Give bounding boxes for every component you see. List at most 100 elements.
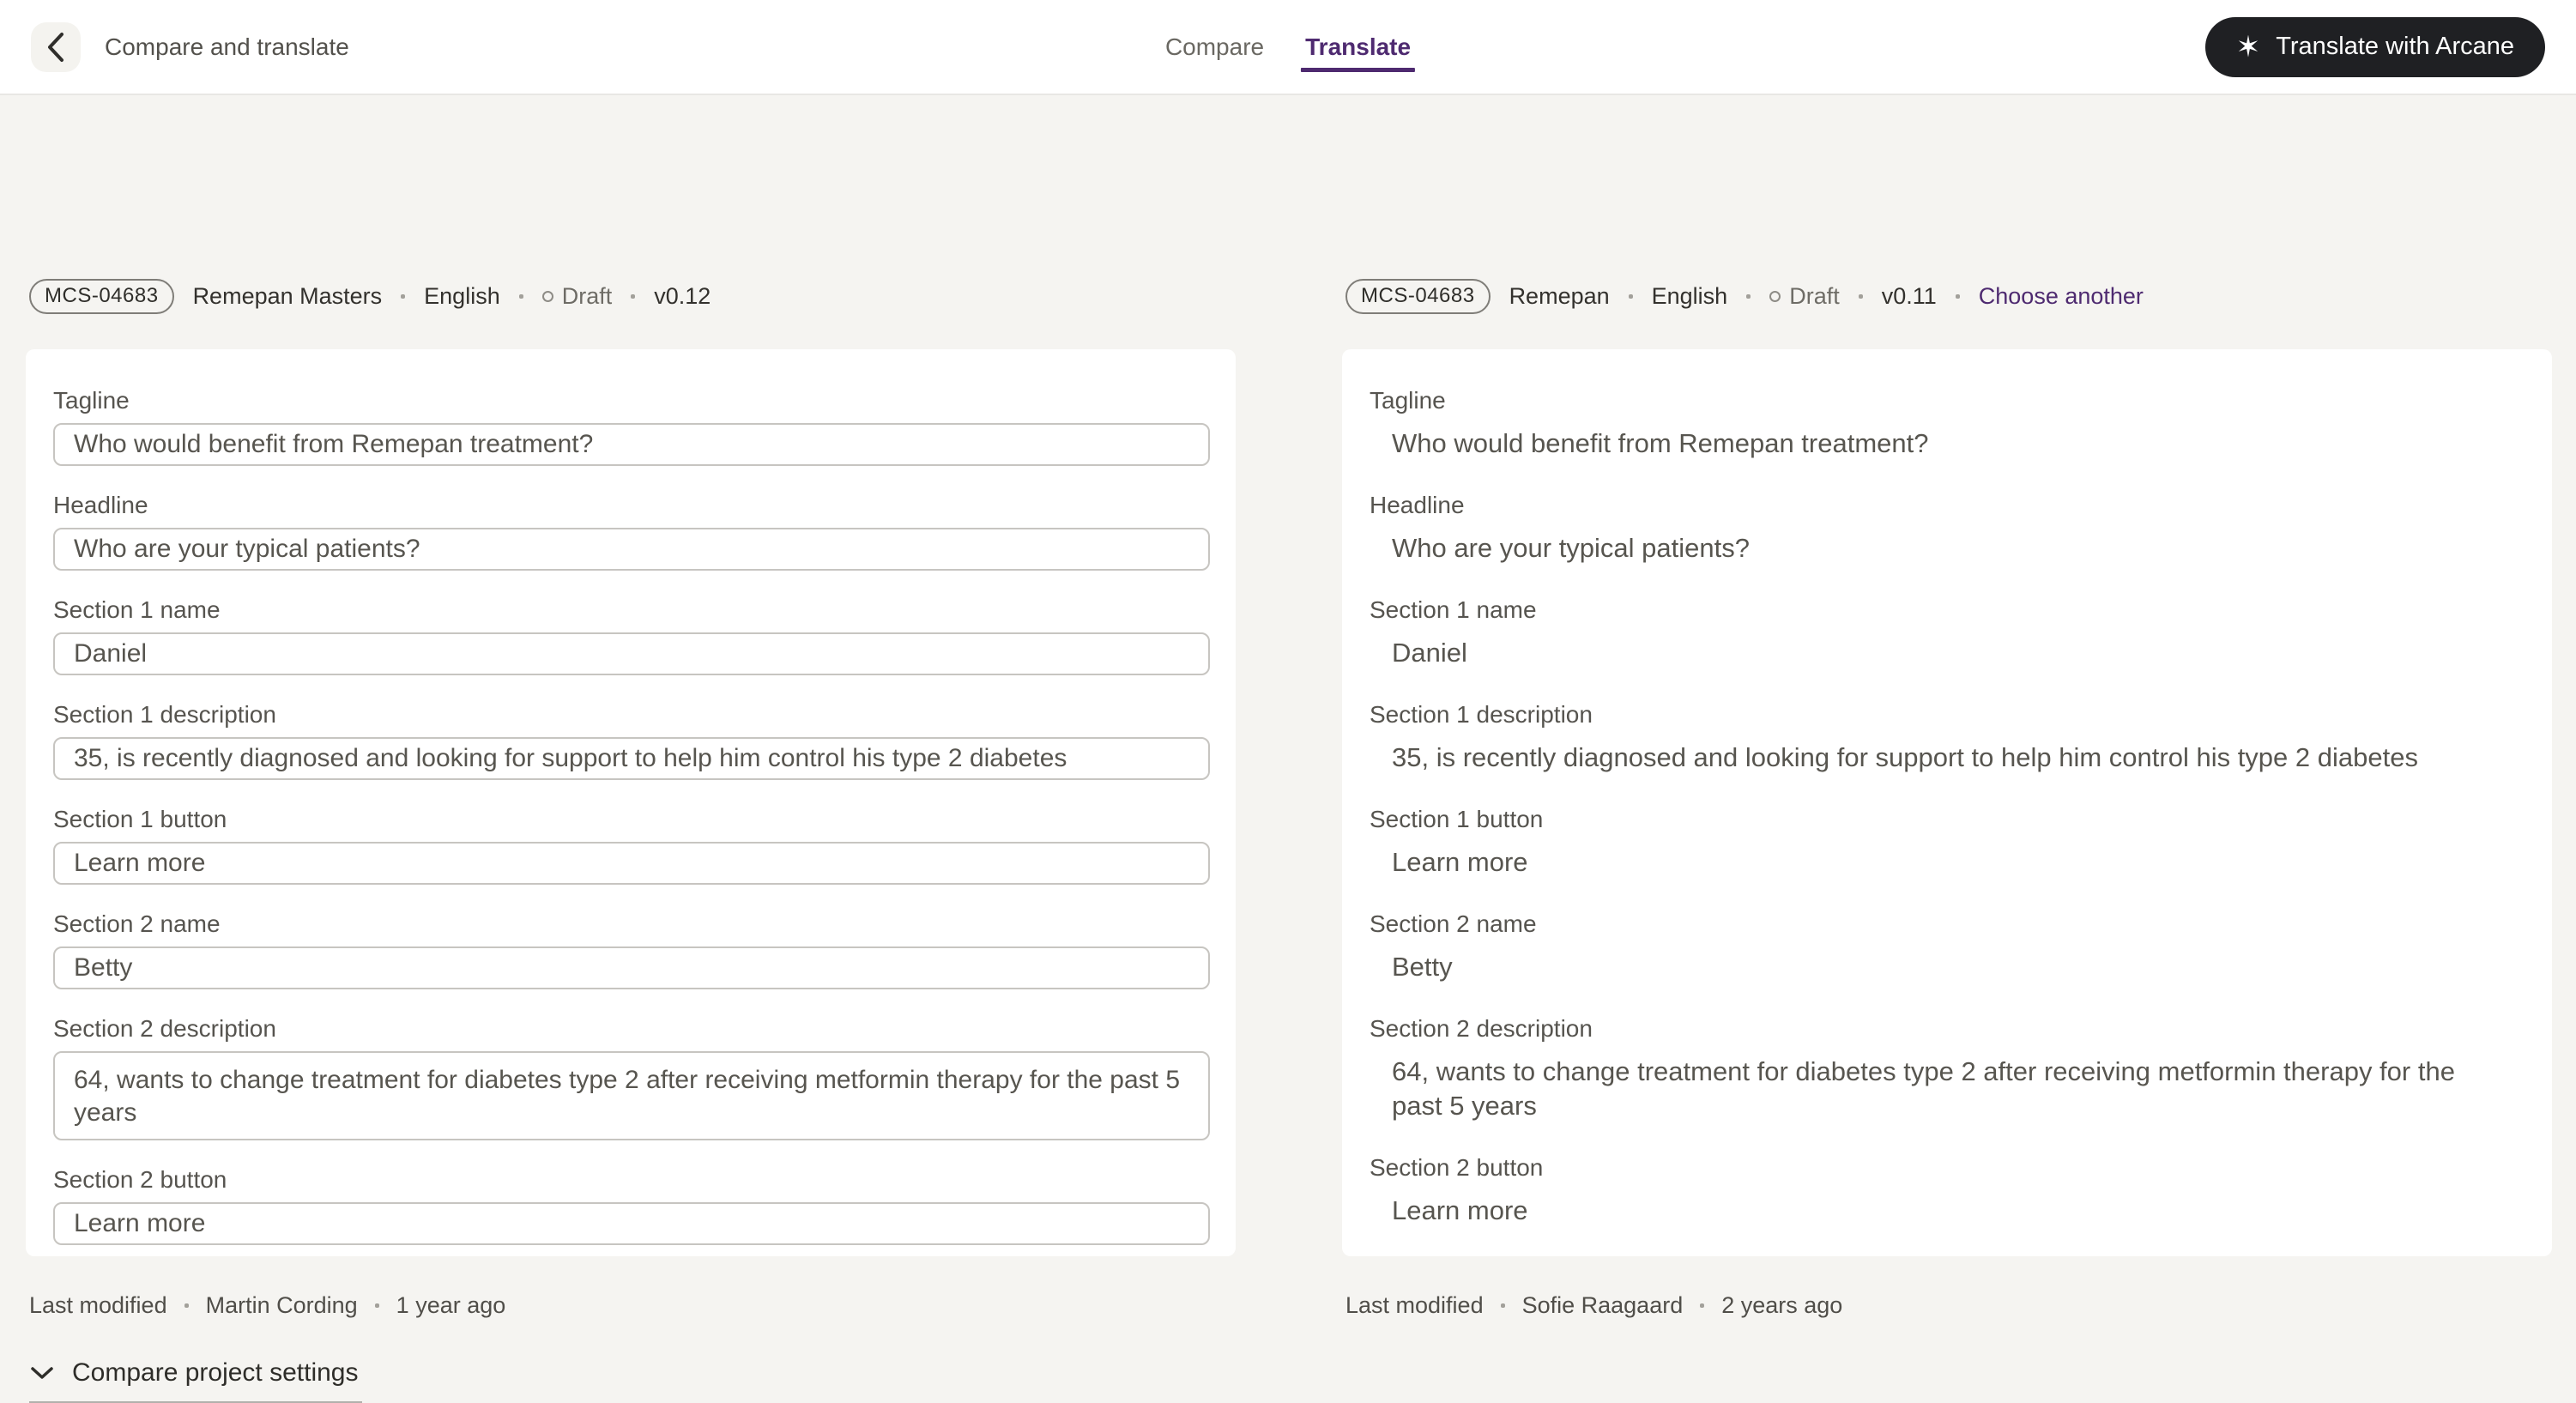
dot-separator: [1956, 294, 1960, 299]
target-fields: TaglineWho would benefit from Remepan tr…: [1370, 387, 2526, 1228]
dot-separator: [375, 1303, 379, 1308]
field-input-section-2-name[interactable]: [53, 946, 1210, 989]
source-project-name: Remepan Masters: [193, 283, 383, 310]
dot-separator: [184, 1303, 189, 1308]
source-language: English: [424, 283, 500, 310]
field-input-section-1-name[interactable]: [53, 632, 1210, 675]
field-label: Section 1 button: [53, 806, 1210, 833]
target-card: TaglineWho would benefit from Remepan tr…: [1342, 349, 2552, 1256]
target-language: English: [1652, 283, 1728, 310]
field-label: Section 2 name: [1370, 910, 2526, 938]
field-label: Section 1 name: [1370, 596, 2526, 624]
last-modified-label: Last modified: [29, 1292, 167, 1319]
target-project-name: Remepan: [1509, 283, 1610, 310]
translate-with-arcane-button[interactable]: ✶ Translate with Arcane: [2205, 17, 2545, 77]
field-label: Headline: [53, 492, 1210, 519]
target-status: Draft: [1769, 283, 1840, 310]
tab-compare[interactable]: Compare: [1164, 0, 1266, 94]
target-version: v0.11: [1882, 283, 1937, 310]
choose-another-link[interactable]: Choose another: [1979, 283, 2144, 310]
source-project-code-badge: MCS-04683: [29, 279, 174, 314]
field-section-1-description: Section 1 description 35, is recently dia…: [1370, 701, 2526, 775]
dot-separator: [1501, 1303, 1505, 1308]
field-label: Section 2 button: [53, 1166, 1210, 1194]
field-section-2-button: Section 2 button: [53, 1166, 1210, 1245]
field-label: Headline: [1370, 492, 2526, 519]
top-bar: Compare and translate Compare Translate …: [0, 0, 2576, 95]
last-modified-label: Last modified: [1345, 1292, 1484, 1319]
target-meta-row: MCS-04683 Remepan English Draft v0.11 Ch…: [1345, 279, 2552, 314]
field-section-1-description: Section 1 description: [53, 701, 1210, 780]
compare-project-settings-toggle[interactable]: Compare project settings: [29, 1358, 362, 1403]
target-column: MCS-04683 Remepan English Draft v0.11 Ch…: [1342, 279, 2552, 1403]
field-input-headline[interactable]: [53, 528, 1210, 571]
field-headline: Headline: [53, 492, 1210, 571]
draft-status-icon: [1769, 291, 1781, 302]
target-status-label: Draft: [1789, 283, 1840, 310]
sparkle-icon: ✶: [2236, 33, 2261, 62]
last-modified-user: Sofie Raagaard: [1522, 1292, 1684, 1319]
field-label: Section 2 description: [1370, 1015, 2526, 1043]
cta-label: Translate with Arcane: [2276, 33, 2514, 61]
target-last-modified: Last modified Sofie Raagaard 2 years ago: [1345, 1292, 2552, 1319]
dot-separator: [1746, 294, 1751, 299]
field-input-section-1-description[interactable]: [53, 737, 1210, 780]
field-value: Betty: [1370, 950, 2511, 984]
field-value: 64, wants to change treatment for diabet…: [1370, 1055, 2511, 1123]
source-column: MCS-04683 Remepan Masters English Draft …: [26, 279, 1236, 1403]
field-label: Section 2 button: [1370, 1154, 2526, 1182]
field-section-2-description: Section 2 description 64, wants to change…: [1370, 1015, 2526, 1123]
dot-separator: [631, 294, 635, 299]
source-card: Tagline Headline Section 1 name Section 1 d…: [26, 349, 1236, 1256]
field-label: Tagline: [53, 387, 1210, 414]
chevron-left-icon: [45, 31, 67, 63]
last-modified-user: Martin Cording: [206, 1292, 358, 1319]
source-fields: Tagline Headline Section 1 name Section 1 d…: [53, 387, 1210, 1245]
field-value: Learn more: [1370, 1194, 2511, 1228]
source-meta-row: MCS-04683 Remepan Masters English Draft …: [29, 279, 1236, 314]
draft-status-icon: [542, 291, 553, 302]
dot-separator: [401, 294, 405, 299]
target-project-code-badge: MCS-04683: [1345, 279, 1491, 314]
field-value: Who are your typical patients?: [1370, 531, 2511, 565]
field-value: Who would benefit from Remepan treatment…: [1370, 426, 2511, 461]
back-button[interactable]: [31, 22, 81, 72]
field-section-1-name: Section 1 name Daniel: [1370, 596, 2526, 670]
field-section-1-button: Section 1 button: [53, 806, 1210, 885]
field-label: Section 2 name: [53, 910, 1210, 938]
field-value: Daniel: [1370, 636, 2511, 670]
field-label: Section 1 description: [53, 701, 1210, 729]
last-modified-time: 2 years ago: [1721, 1292, 1842, 1319]
dot-separator: [519, 294, 523, 299]
field-section-1-name: Section 1 name: [53, 596, 1210, 675]
field-section-2-button: Section 2 button Learn more: [1370, 1154, 2526, 1228]
field-label: Section 2 description: [53, 1015, 1210, 1043]
field-section-2-name: Section 2 name Betty: [1370, 910, 2526, 984]
field-tagline: Tagline: [53, 387, 1210, 466]
dot-separator: [1629, 294, 1633, 299]
field-label: Section 1 button: [1370, 806, 2526, 833]
field-input-section-2-description[interactable]: [53, 1051, 1210, 1140]
field-tagline: TaglineWho would benefit from Remepan tr…: [1370, 387, 2526, 461]
field-label: Section 1 name: [53, 596, 1210, 624]
source-version: v0.12: [654, 283, 711, 310]
field-value: 35, is recently diagnosed and looking fo…: [1370, 741, 2511, 775]
last-modified-time: 1 year ago: [396, 1292, 506, 1319]
chevron-down-icon: [29, 1365, 55, 1381]
field-input-tagline[interactable]: [53, 423, 1210, 466]
field-label: Section 1 description: [1370, 701, 2526, 729]
field-headline: Headline Who are your typical patients?: [1370, 492, 2526, 565]
compare-translate-main: MCS-04683 Remepan Masters English Draft …: [0, 95, 2576, 1403]
compare-settings-label: Compare project settings: [72, 1358, 359, 1388]
source-status-label: Draft: [562, 283, 613, 310]
field-section-2-description: Section 2 description: [53, 1015, 1210, 1140]
field-input-section-1-button[interactable]: [53, 842, 1210, 885]
tab-translate[interactable]: Translate: [1303, 0, 1412, 94]
dot-separator: [1700, 1303, 1704, 1308]
source-status: Draft: [542, 283, 613, 310]
view-tabs: Compare Translate: [1164, 0, 1412, 94]
page-title: Compare and translate: [105, 33, 349, 61]
field-input-section-2-button[interactable]: [53, 1202, 1210, 1245]
dot-separator: [1859, 294, 1863, 299]
field-section-2-name: Section 2 name: [53, 910, 1210, 989]
